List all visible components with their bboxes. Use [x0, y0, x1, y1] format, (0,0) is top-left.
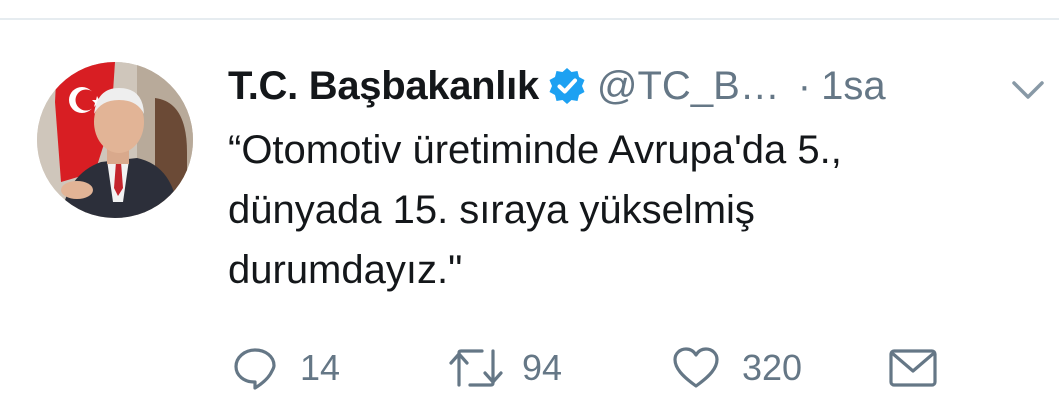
- direct-message-button[interactable]: [888, 338, 938, 398]
- heart-icon: [673, 347, 719, 388]
- tweet-header: T.C. Başbakanlık @TC_B… · 1sa: [228, 58, 886, 114]
- avatar[interactable]: [37, 62, 193, 218]
- reply-icon: [234, 348, 276, 390]
- separator-dot: ·: [797, 63, 812, 108]
- tweet-text: “Otomotiv üretiminde Avrupa'da 5., dünya…: [228, 120, 988, 300]
- timestamp[interactable]: 1sa: [821, 64, 886, 109]
- display-name[interactable]: T.C. Başbakanlık: [228, 64, 539, 109]
- retweet-count: 94: [522, 347, 563, 388]
- verified-badge-icon: [547, 66, 587, 106]
- retweet-button[interactable]: 94: [448, 338, 562, 398]
- chevron-down-icon[interactable]: [1010, 76, 1046, 104]
- like-count: 320: [742, 347, 803, 388]
- reply-count: 14: [300, 347, 341, 388]
- tweet-text-line: “Otomotiv üretiminde Avrupa'da 5.,: [228, 128, 842, 172]
- tweet-text-line: dünyada 15. sıraya yükselmiş: [228, 188, 755, 232]
- avatar-image: [37, 62, 193, 218]
- handle[interactable]: @TC_B…: [597, 64, 780, 109]
- reply-button[interactable]: 14: [232, 338, 340, 398]
- retweet-icon: [449, 349, 503, 387]
- envelope-icon: [889, 349, 937, 387]
- tweet[interactable]: T.C. Başbakanlık @TC_B… · 1sa “Otomotiv …: [0, 0, 1059, 402]
- tweet-actions: 14 94 320: [0, 338, 1059, 398]
- tweet-text-line: durumdayız.": [228, 248, 463, 292]
- like-button[interactable]: 320: [672, 338, 802, 398]
